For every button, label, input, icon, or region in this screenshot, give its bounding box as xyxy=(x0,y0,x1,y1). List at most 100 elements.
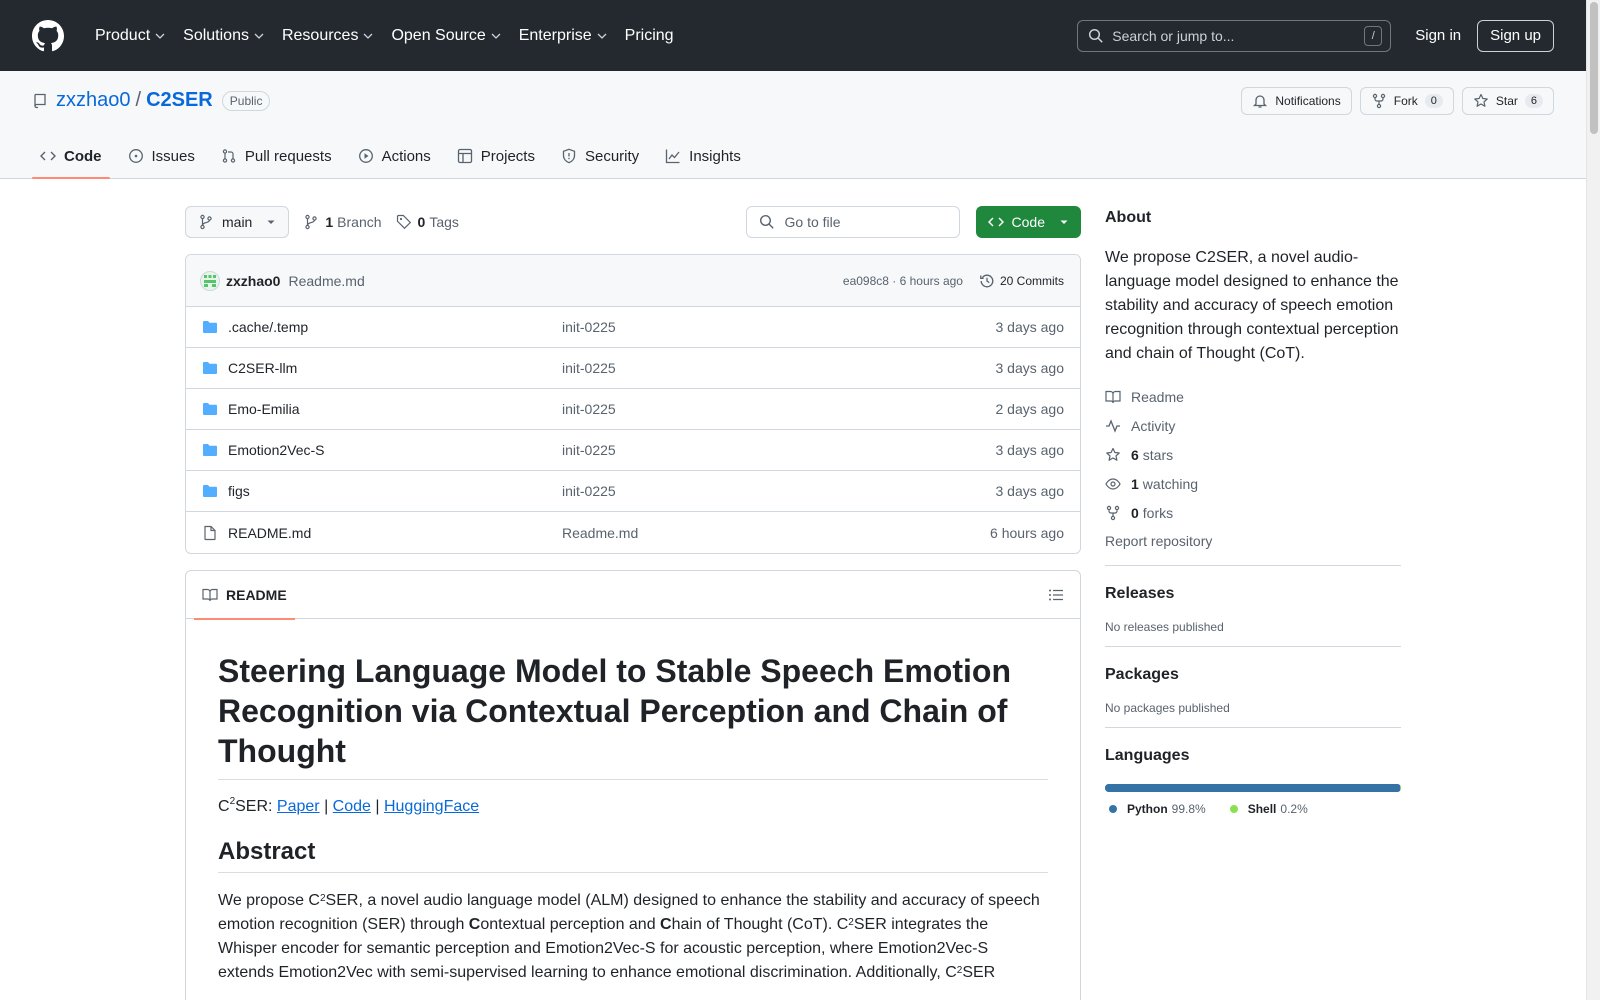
file-commit-message[interactable]: init-0225 xyxy=(562,483,996,499)
table-row[interactable]: figs init-0225 3 days ago xyxy=(186,471,1080,512)
repo-actions: Notifications Fork 0 Star 6 xyxy=(1241,87,1554,115)
paper-link[interactable]: Paper xyxy=(277,798,320,815)
language-bar-python xyxy=(1105,784,1401,792)
nav-solutions[interactable]: Solutions xyxy=(174,20,273,52)
github-logo-icon[interactable] xyxy=(32,19,64,52)
link-separator: | xyxy=(370,798,384,815)
nav-product[interactable]: Product xyxy=(86,20,174,52)
releases-heading[interactable]: Releases xyxy=(1105,582,1401,606)
tab-projects[interactable]: Projects xyxy=(449,134,543,178)
file-name-link[interactable]: Emo-Emilia xyxy=(228,401,562,417)
abstract-bold: C xyxy=(468,916,481,933)
repo-name-link[interactable]: C2SER xyxy=(146,89,213,112)
file-commit-date: 2 days ago xyxy=(995,401,1065,417)
issue-icon xyxy=(128,149,143,163)
divider xyxy=(1105,727,1401,728)
about-description: We propose C2SER, a novel audio-language… xyxy=(1105,249,1399,362)
star-button[interactable]: Star 6 xyxy=(1461,87,1554,115)
forks-link[interactable]: 0 forks xyxy=(1105,498,1401,527)
branch-selector[interactable]: main xyxy=(185,206,290,238)
tab-security[interactable]: Security xyxy=(553,134,647,178)
notifications-label: Notifications xyxy=(1275,94,1341,108)
language-bar xyxy=(1105,784,1401,792)
file-name-link[interactable]: Emotion2Vec-S xyxy=(228,442,562,458)
notifications-button[interactable]: Notifications xyxy=(1241,87,1352,115)
page-scrollbar[interactable] xyxy=(1586,0,1600,1000)
readme-tab[interactable]: README xyxy=(194,571,295,620)
tab-actions[interactable]: Actions xyxy=(350,134,439,178)
file-commit-date: 6 hours ago xyxy=(990,524,1064,541)
file-name-link[interactable]: README.md xyxy=(228,525,562,541)
avatar[interactable] xyxy=(200,270,220,291)
nav-open-source[interactable]: Open Source xyxy=(382,20,509,52)
table-row[interactable]: Emotion2Vec-S init-0225 3 days ago xyxy=(186,430,1080,471)
tab-insights[interactable]: Insights xyxy=(657,134,749,178)
file-commit-message[interactable]: init-0225 xyxy=(562,319,996,335)
tab-issues[interactable]: Issues xyxy=(120,134,203,178)
star-icon xyxy=(1474,93,1488,107)
table-row[interactable]: .cache/.temp init-0225 3 days ago xyxy=(186,307,1080,348)
packages-heading[interactable]: Packages xyxy=(1105,663,1401,687)
tag-label: Tags xyxy=(429,214,459,230)
tab-insights-label: Insights xyxy=(689,147,741,165)
tags-link[interactable]: 0 Tags xyxy=(396,214,459,230)
fork-button[interactable]: Fork 0 xyxy=(1359,87,1454,115)
c2ser-prefix-sup: 2 xyxy=(229,796,236,807)
go-to-file-input[interactable]: Go to file xyxy=(745,206,960,238)
stars-link[interactable]: 6 stars xyxy=(1105,440,1401,469)
report-repository-link[interactable]: Report repository xyxy=(1105,529,1401,553)
repo-owner-link[interactable]: zxzhao0 xyxy=(56,89,131,112)
branches-link[interactable]: 1 Branch xyxy=(303,214,382,230)
file-toolbar: main 1 Branch 0 Tags Go to file Code xyxy=(185,206,1081,238)
code-dropdown-button[interactable]: Code xyxy=(975,206,1081,238)
tab-pull-requests[interactable]: Pull requests xyxy=(213,134,340,178)
table-row[interactable]: README.md Readme.md 6 hours ago xyxy=(186,512,1080,553)
table-row[interactable]: C2SER-llm init-0225 3 days ago xyxy=(186,348,1080,389)
language-python[interactable]: Python 99.8% xyxy=(1109,802,1206,816)
fork-icon xyxy=(1106,505,1120,520)
nav-resources[interactable]: Resources xyxy=(273,20,382,52)
huggingface-link[interactable]: HuggingFace xyxy=(384,798,479,815)
commit-author-link[interactable]: zxzhao0 xyxy=(226,273,280,289)
releases-text: No releases published xyxy=(1105,620,1224,634)
commits-history-link[interactable]: 20 Commits xyxy=(979,273,1064,289)
table-row[interactable]: Emo-Emilia init-0225 2 days ago xyxy=(186,389,1080,430)
watching-link[interactable]: 1 watching xyxy=(1105,469,1401,498)
main-column: main 1 Branch 0 Tags Go to file Code zxz… xyxy=(185,206,1081,1000)
language-shell[interactable]: Shell 0.2% xyxy=(1229,802,1308,816)
tab-code[interactable]: Code xyxy=(32,134,110,179)
sign-in-link[interactable]: Sign in xyxy=(1415,27,1461,44)
code-link[interactable]: Code xyxy=(333,798,371,815)
outline-list-icon[interactable] xyxy=(1048,587,1064,603)
activity-link[interactable]: Activity xyxy=(1105,411,1401,440)
file-commit-message[interactable]: init-0225 xyxy=(562,401,996,417)
activity-link-label: Activity xyxy=(1131,417,1176,434)
file-name-link[interactable]: .cache/.temp xyxy=(228,319,562,335)
readme-link[interactable]: Readme xyxy=(1105,382,1401,411)
commit-message-link[interactable]: Readme.md xyxy=(288,273,364,289)
search-input[interactable]: Search or jump to... / xyxy=(1077,19,1392,52)
nav-resources-label: Resources xyxy=(281,26,359,44)
nav-pricing[interactable]: Pricing xyxy=(616,20,683,52)
chevron-down-icon xyxy=(597,33,607,39)
scrollbar-thumb[interactable] xyxy=(1590,2,1598,134)
commit-hash-time[interactable]: ea098c8 · 6 hours ago xyxy=(843,274,963,288)
abstract-part: ontextual perception and xyxy=(480,916,661,933)
code-button-label: Code xyxy=(1011,214,1045,230)
file-commit-message[interactable]: init-0225 xyxy=(562,360,996,376)
book-icon xyxy=(1105,390,1121,403)
file-commit-message[interactable]: init-0225 xyxy=(562,442,996,458)
search-icon xyxy=(1089,28,1103,43)
nav-enterprise[interactable]: Enterprise xyxy=(510,20,616,52)
folder-icon xyxy=(203,444,217,456)
shield-icon xyxy=(562,148,576,164)
pulse-icon xyxy=(1106,418,1120,433)
abstract-heading: Abstract xyxy=(218,838,1048,873)
file-name-link[interactable]: C2SER-llm xyxy=(228,360,562,376)
readme-tab-label: README xyxy=(226,586,287,603)
file-commit-message[interactable]: Readme.md xyxy=(562,525,990,541)
watching-label: watching xyxy=(1142,475,1199,492)
sign-up-button[interactable]: Sign up xyxy=(1477,19,1554,52)
branch-icon xyxy=(200,214,212,230)
file-name-link[interactable]: figs xyxy=(228,483,562,499)
